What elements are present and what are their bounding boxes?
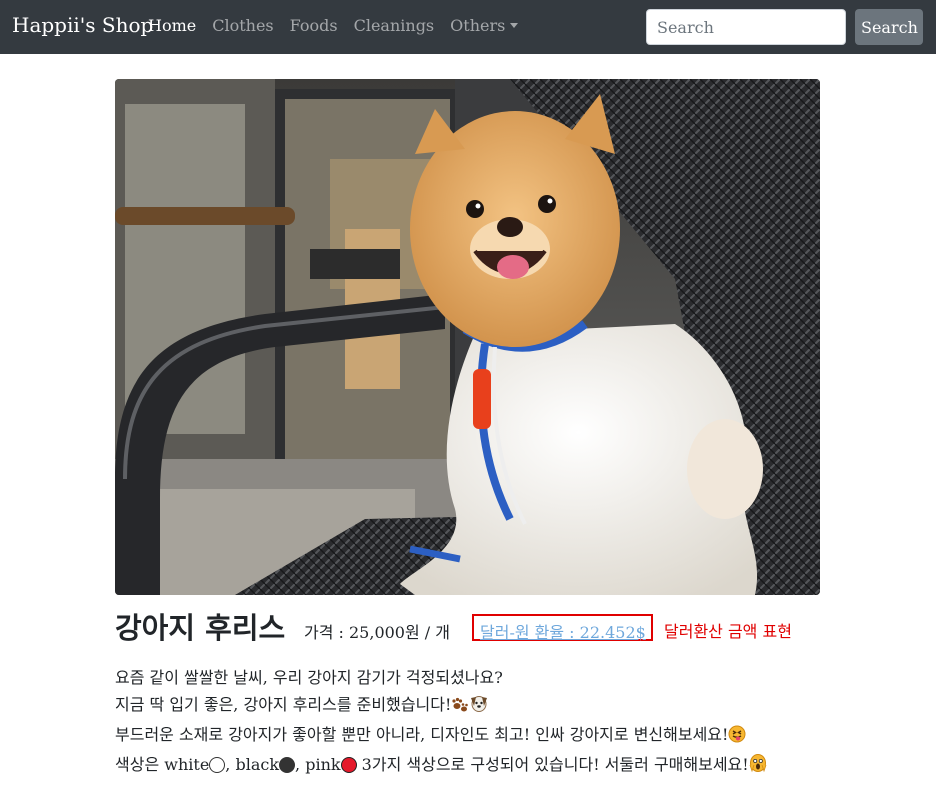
nav-others-dropdown[interactable]: Others [450, 16, 519, 35]
white-circle-icon [209, 757, 226, 773]
red-circle-icon [340, 757, 357, 773]
paw-prints-icon [451, 694, 469, 721]
colors-suffix: 3가지 색상으로 구성되어 있습니다! 서둘러 구매해보세요! [361, 755, 749, 774]
dog-face-icon [469, 693, 489, 721]
nav-clothes[interactable]: Clothes [212, 16, 273, 35]
search-input[interactable] [646, 9, 846, 45]
search-button[interactable]: Search [855, 9, 923, 45]
nav-cleanings[interactable]: Cleanings [354, 16, 435, 35]
exchange-rate-link[interactable]: 달러-원 환율 : 22.452$ [480, 619, 646, 643]
nav-others-label: Others [450, 16, 506, 35]
color-white-separator: , [225, 755, 231, 774]
screaming-face-icon [749, 753, 767, 781]
nav-home[interactable]: Home [148, 16, 196, 35]
product-price: 가격 : 25,000원 / 개 [304, 623, 450, 642]
color-black-label: black [235, 755, 280, 774]
description-line-4: 색상은 white, black, pink 3가지 색상으로 구성되어 있습니… [115, 751, 835, 781]
colors-prefix: 색상은 [115, 755, 160, 774]
product-description: 요즘 같이 쌀쌀한 날씨, 우리 강아지 감기가 걱정되셨나요? 지금 딱 입기… [115, 664, 835, 781]
color-black-separator: , [295, 755, 301, 774]
color-white-label: white [164, 755, 210, 774]
description-line-2-text: 지금 딱 입기 좋은, 강아지 후리스를 준비했습니다! [115, 695, 452, 714]
description-line-3-text: 부드러운 소재로 강아지가 좋아할 뿐만 아니라, 디자인도 최고! 인싸 강아… [115, 725, 729, 744]
exchange-rate-box: 달러-원 환율 : 22.452$ [472, 614, 653, 643]
description-line-1: 요즘 같이 쌀쌀한 날씨, 우리 강아지 감기가 걱정되셨나요? [115, 668, 503, 687]
nav-foods[interactable]: Foods [290, 16, 338, 35]
navbar: Happii's Shop Home Clothes Foods Cleanin… [0, 0, 936, 54]
black-circle-icon [279, 757, 296, 773]
nav-links: Home Clothes Foods Cleanings Others [148, 16, 534, 35]
pomeranian-photo [115, 79, 820, 595]
product-image [115, 79, 820, 595]
product-title: 강아지 후리스 [115, 611, 286, 645]
color-pink-label: pink [305, 755, 341, 774]
caret-down-icon [510, 23, 519, 28]
description-line-2: 지금 딱 입기 좋은, 강아지 후리스를 준비했습니다! [115, 691, 835, 721]
brand-logo[interactable]: Happii's Shop [12, 13, 153, 37]
description-line-3: 부드러운 소재로 강아지가 좋아할 뿐만 아니라, 디자인도 최고! 인싸 강아… [115, 721, 835, 751]
exchange-rate-note: 달러환산 금액 표현 [664, 622, 792, 641]
face-with-tongue-icon [728, 724, 746, 751]
